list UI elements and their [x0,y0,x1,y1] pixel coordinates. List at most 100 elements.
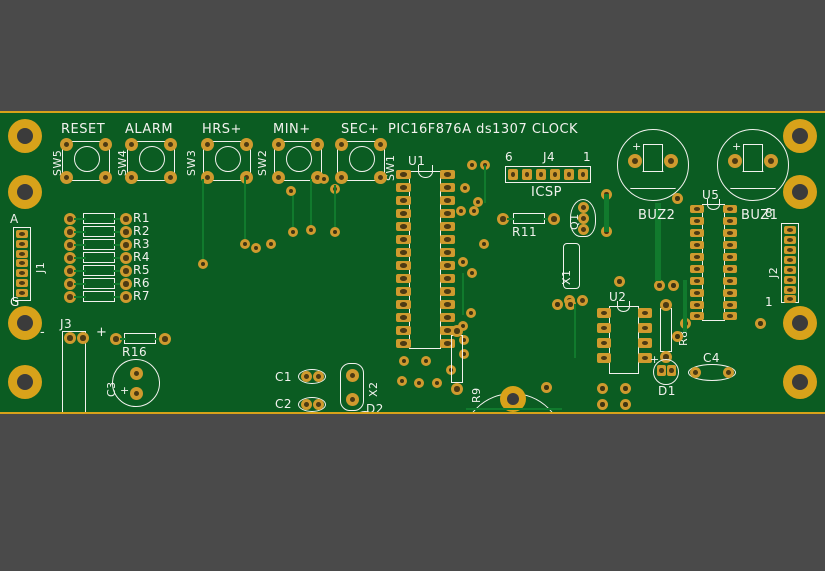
via [306,225,316,235]
buzzer-pad [764,154,778,168]
resistor-body-r9 [451,335,463,383]
ic-pad [690,289,704,297]
capacitor-pad [130,367,143,380]
resistor-pad [120,278,132,290]
resistor-pad [120,213,132,225]
trace [74,218,86,220]
via [432,378,442,388]
trace [244,177,246,243]
ic-pad [690,217,704,225]
resistor-body-r11 [513,213,545,224]
j2-pad [784,266,796,274]
resistor-ref-r9: R9 [470,387,483,403]
icsp-label: ICSP [531,185,563,200]
switch-button-sw1[interactable] [349,146,375,172]
switch-pad [125,138,138,151]
switch-button-sw5[interactable] [74,146,100,172]
capacitor-pad [723,367,734,378]
resistor-pad [548,213,560,225]
switch-label-sec: SEC+ [341,122,380,137]
resistor-body-r7 [83,291,115,302]
ic-pad [690,205,704,213]
resistor-ref-r3: R3 [133,237,150,251]
switch-pad [272,171,285,184]
ic-pad [723,253,737,261]
j2-pad [784,286,796,294]
j4-pad [550,169,560,180]
resistor-pad [159,333,171,345]
resistor-body-r3 [83,239,115,250]
switch-pad [311,138,324,151]
ic-pad [638,308,652,318]
via [668,280,679,291]
resistor-body-r6 [83,278,115,289]
trace [334,185,336,233]
j4-pad [508,169,518,180]
buzzer-pad [728,154,742,168]
crystal-ref-x2: X2 [367,381,380,397]
diode-pad [667,365,676,376]
switch-pad [60,138,73,151]
resistor-pad [451,383,463,395]
crystal-ref-x1: X1 [560,269,573,285]
ic-pad [440,313,455,322]
via [286,186,296,196]
ic-outline-u1 [409,171,441,349]
ic-pad [396,339,411,348]
resistor-pad [660,299,672,311]
switch-pad [335,138,348,151]
ic-pad [690,277,704,285]
via [672,193,683,204]
capacitor-pad [130,387,143,400]
j2-pad [784,295,796,303]
j3-ref: J3 [60,317,73,331]
via [319,174,329,184]
board-title: PIC16F876A ds1307 CLOCK [388,122,579,137]
trace [484,165,486,203]
trace [574,304,576,358]
via [330,227,340,237]
trace [202,179,204,263]
ic-pad [440,170,455,179]
j2-pad [784,226,796,234]
resistor-ref-r2: R2 [133,224,150,238]
ic-pad [396,300,411,309]
resistor-pad [120,226,132,238]
trace [74,244,86,246]
trace [74,270,86,272]
ic-pad [440,248,455,257]
switch-pad [374,138,387,151]
ic-pad [638,338,652,348]
via [672,331,683,342]
buzzer-pad [628,154,642,168]
ic-pad [396,326,411,335]
ic-pad [597,353,611,363]
switch-pad [240,138,253,151]
via [614,276,625,287]
ic-pad [690,241,704,249]
switch-button-sw2[interactable] [286,146,312,172]
ic-pad [723,301,737,309]
ic-pad [440,300,455,309]
via [467,268,477,278]
trace [74,283,86,285]
j1-pad [16,289,28,297]
resistor-ref-r1: R1 [133,211,150,225]
j1-pad [16,259,28,267]
j4-pad [536,169,546,180]
j1-pad [16,230,28,238]
ic-pad [638,323,652,333]
buzzer-plus-buz2: + [632,140,642,153]
switch-button-sw4[interactable] [139,146,165,172]
ic-pad [396,274,411,283]
switch-pad [99,138,112,151]
switch-button-sw3[interactable] [215,146,241,172]
via [469,206,479,216]
ic-pad [440,183,455,192]
trace [74,257,86,259]
ic-pad [396,183,411,192]
switch-pad [60,171,73,184]
capacitor-pad [313,371,324,382]
switch-pad [164,138,177,151]
buzzer-ref-buz2: BUZ2 [638,208,676,223]
